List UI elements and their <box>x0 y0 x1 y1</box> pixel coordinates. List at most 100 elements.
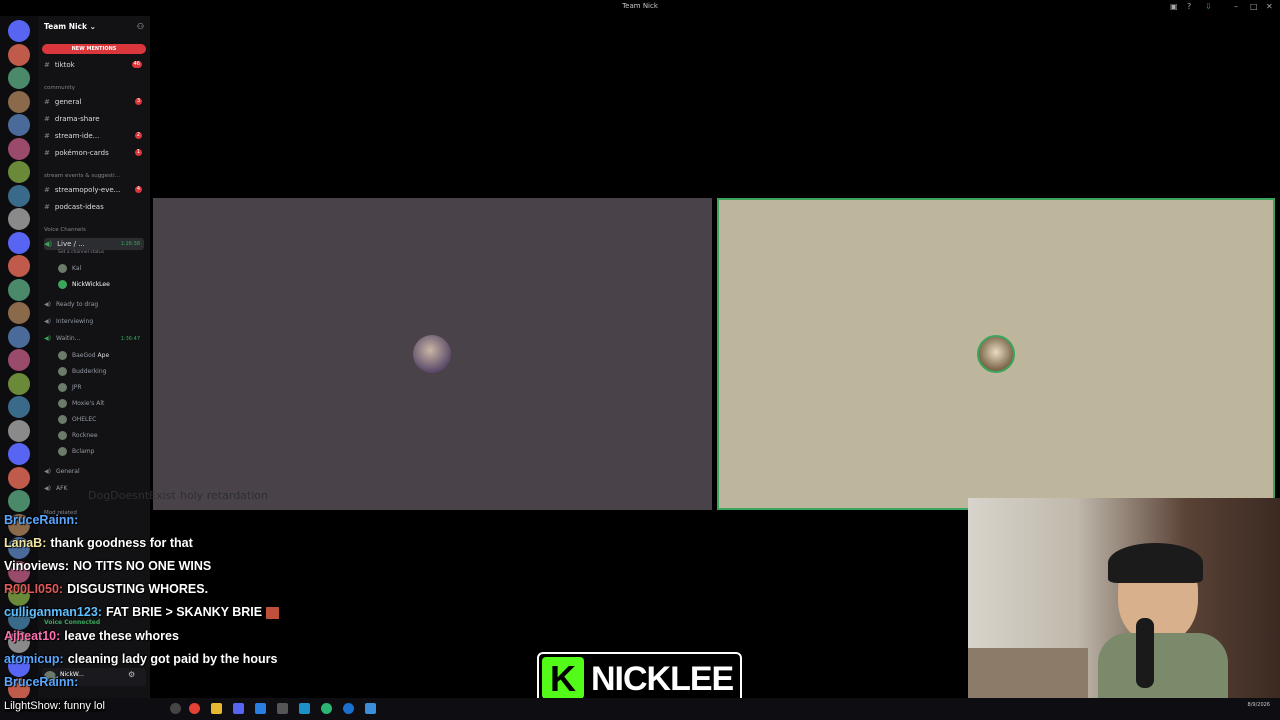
chat-text: leave these whores <box>64 629 179 643</box>
download-icon[interactable]: ⇩ <box>1205 2 1212 11</box>
voice-user[interactable]: Moxie's Alt <box>58 398 104 410</box>
channel-pokemon-cards[interactable]: # pokémon-cards 1 <box>44 147 144 159</box>
channel-streamopoly[interactable]: # streamopoly-eve... 4 <box>44 184 144 196</box>
category-voice-channels[interactable]: Voice Channels <box>44 227 86 233</box>
settings-gear-icon[interactable]: ⚙ <box>128 670 135 679</box>
voice-channel-general[interactable]: ◀) General <box>44 466 144 478</box>
participant-avatar[interactable] <box>977 335 1015 373</box>
server-icon[interactable] <box>8 231 30 254</box>
server-icon[interactable] <box>8 325 30 348</box>
category-community[interactable]: community <box>44 85 75 91</box>
server-icon[interactable] <box>8 161 30 183</box>
server-name-header[interactable]: Team Nick ⌄ <box>44 22 96 31</box>
discord-icon[interactable] <box>233 703 244 714</box>
voice-channel-ready-to-drag[interactable]: ◀) Ready to drag <box>44 299 144 311</box>
minimize-button[interactable]: – <box>1234 2 1238 11</box>
maximize-button[interactable]: □ <box>1250 2 1258 11</box>
chat-username: BruceRainn: <box>4 513 79 527</box>
taskbar-app-icon[interactable] <box>343 703 354 714</box>
help-icon[interactable]: ? <box>1187 2 1191 11</box>
taskbar-app-icon[interactable] <box>299 703 310 714</box>
hash-icon: # <box>44 186 50 194</box>
chat-text: thank goodness for that <box>50 536 193 550</box>
server-icon[interactable] <box>8 278 30 301</box>
hash-icon: # <box>44 203 50 211</box>
voice-user[interactable]: BaeGod Ape <box>58 350 109 362</box>
voice-channel-waiting[interactable]: ◀) Waitin... 1:36:47 <box>44 333 144 345</box>
voice-connected-status[interactable]: Voice Connected <box>44 619 100 626</box>
server-icon[interactable] <box>8 114 30 136</box>
channel-label: Waitin... <box>55 335 81 342</box>
server-icon[interactable] <box>8 90 30 113</box>
server-icon[interactable] <box>8 208 30 230</box>
video-tile-right-speaking[interactable] <box>717 198 1275 510</box>
clock-date: 8/9/2026 <box>1247 702 1270 708</box>
chat-username: Vinoviews: <box>4 559 70 573</box>
voice-user-name: Rocknee <box>72 432 98 439</box>
channel-tiktok[interactable]: # tiktok 46 <box>44 59 144 71</box>
new-mentions-pill[interactable]: NEW MENTIONS <box>42 44 146 54</box>
avatar <box>58 264 67 273</box>
avatar <box>58 367 67 376</box>
channel-podcast-ideas[interactable]: # podcast-ideas <box>44 201 144 213</box>
server-icon[interactable] <box>8 43 30 66</box>
channel-general[interactable]: # general 3 <box>44 96 144 108</box>
voice-channel-live[interactable]: ◀) Live / ... 1:26:38 <box>44 238 144 250</box>
inbox-icon[interactable]: ▣ <box>1170 2 1178 11</box>
channel-label: stream-ide... <box>54 132 100 140</box>
channel-status[interactable]: Set a channel status <box>58 250 104 255</box>
server-icon[interactable] <box>8 255 30 277</box>
server-icon[interactable] <box>8 20 30 42</box>
server-icon[interactable] <box>8 349 30 371</box>
channel-sidebar: Team Nick ⌄ ⚇ NEW MENTIONS # tiktok 46 com… <box>38 16 150 706</box>
add-user-icon[interactable]: ⚇ <box>137 22 144 31</box>
chat-message: BruceRainn: <box>4 513 82 527</box>
voice-user[interactable]: Rocknee <box>58 430 98 442</box>
server-icon[interactable] <box>8 372 30 395</box>
streamer-name: NICKLEE <box>591 660 734 698</box>
chrome-icon[interactable] <box>189 703 200 714</box>
video-tile-left[interactable] <box>153 198 712 510</box>
server-icon[interactable] <box>8 67 30 89</box>
unread-badge: 2 <box>134 132 142 139</box>
avatar <box>58 280 67 289</box>
taskbar-app-icon[interactable] <box>365 703 376 714</box>
server-icon[interactable] <box>8 466 30 489</box>
voice-user[interactable]: OHELEC <box>58 414 96 426</box>
close-button[interactable]: ✕ <box>1266 2 1273 11</box>
channel-label: Ready to drag <box>55 301 99 308</box>
taskbar-clock[interactable]: 8/9/2026 <box>1248 702 1270 708</box>
server-icon[interactable] <box>8 490 30 512</box>
server-icon[interactable] <box>8 443 30 465</box>
channel-label: pokémon-cards <box>54 149 109 157</box>
taskbar-app-icon[interactable] <box>255 703 266 714</box>
voice-user[interactable]: Kal <box>58 263 81 275</box>
taskbar-app-icon[interactable] <box>170 703 181 714</box>
server-icon[interactable] <box>8 137 30 160</box>
category-stream-events[interactable]: stream events & suggesti... <box>44 173 120 179</box>
channel-label: Live / ... <box>57 240 85 248</box>
participant-avatar[interactable] <box>413 335 451 373</box>
voice-user-name: BaeGod <box>72 352 96 359</box>
edge-icon[interactable] <box>321 703 332 714</box>
kick-streamer-logo: K NICKLEE <box>537 652 742 704</box>
taskbar-app-icon[interactable] <box>277 703 288 714</box>
server-icon[interactable] <box>8 419 30 442</box>
voice-user-name: Bclamp <box>72 448 95 455</box>
voice-channel-interviewing[interactable]: ◀) Interviewing <box>44 316 144 328</box>
voice-timer: 1:26:38 <box>120 241 140 247</box>
voice-user[interactable]: NickWickLee <box>58 279 110 291</box>
server-icon[interactable] <box>8 396 30 418</box>
voice-user[interactable]: Bclamp <box>58 446 94 458</box>
folder-icon[interactable] <box>211 703 222 714</box>
channel-drama-share[interactable]: # drama-share <box>44 113 144 125</box>
hash-icon: # <box>44 149 50 157</box>
voice-user-name: NickWickLee <box>72 281 110 288</box>
voice-user-name: Kal <box>72 265 82 272</box>
voice-user[interactable]: Budderking <box>58 366 106 378</box>
channel-stream-ideas[interactable]: # stream-ide... 2 <box>44 130 144 142</box>
server-icon[interactable] <box>8 302 30 324</box>
speaker-icon: ◀) <box>44 318 51 325</box>
voice-user[interactable]: JPR <box>58 382 82 394</box>
server-icon[interactable] <box>8 184 30 207</box>
